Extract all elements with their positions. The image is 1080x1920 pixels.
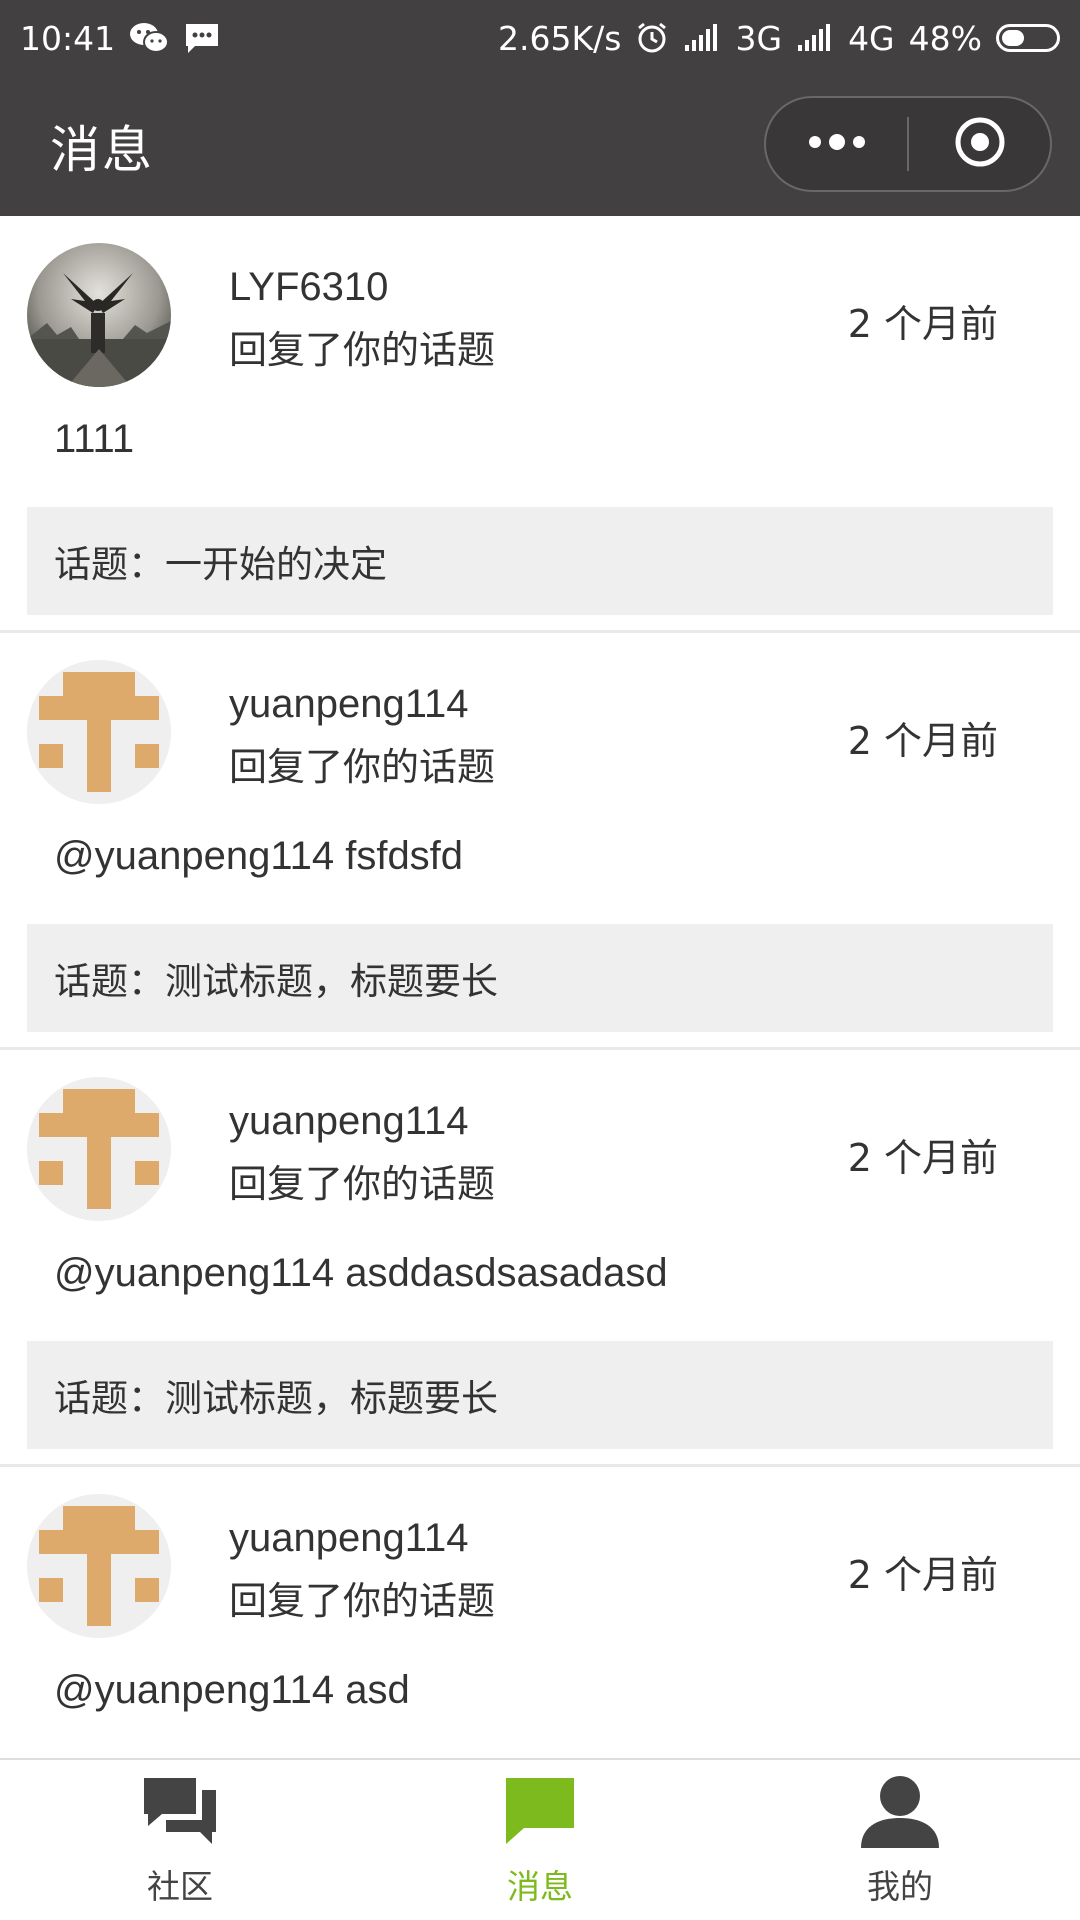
message-header: LYF6310 回复了你的话题 2 个月前	[27, 243, 1053, 387]
tab-label: 消息	[507, 1867, 573, 1906]
close-button[interactable]	[909, 98, 1050, 190]
tab-messages[interactable]: 消息	[360, 1760, 720, 1920]
sms-icon	[183, 21, 221, 55]
tab-mine[interactable]: 我的	[720, 1760, 1080, 1920]
more-dots-icon	[807, 132, 867, 156]
tab-label: 社区	[147, 1867, 213, 1906]
identicon-avatar-image	[27, 1494, 171, 1638]
title-bar: 消息	[0, 76, 1080, 216]
time-text: 2 个月前	[847, 302, 998, 346]
message-content: @yuanpeng114 asd	[54, 1668, 410, 1712]
topic-title: 话题：测试标题，标题要长	[54, 960, 498, 1003]
message-item[interactable]: yuanpeng114 回复了你的话题 2 个月前 @yuanpeng114 a…	[0, 1467, 1080, 1758]
time-text: 2 个月前	[847, 1136, 998, 1180]
tab-label: 我的	[867, 1867, 933, 1906]
more-button[interactable]	[766, 98, 907, 190]
status-right: 2.65K/s 3G 4G 48%	[498, 19, 1060, 58]
action-text: 回复了你的话题	[229, 328, 496, 372]
user-name[interactable]: yuanpeng114	[229, 682, 469, 727]
avatar[interactable]	[27, 1494, 171, 1638]
message-header: yuanpeng114 回复了你的话题 2 个月前	[27, 1494, 1053, 1638]
wechat-icon	[129, 21, 170, 55]
avatar[interactable]	[27, 660, 171, 804]
page-title: 消息	[50, 121, 154, 179]
user-profile-icon	[859, 1774, 941, 1854]
time-text: 2 个月前	[847, 719, 998, 763]
message-list[interactable]: LYF6310 回复了你的话题 2 个月前 1111 话题：一开始的决定 yua…	[0, 216, 1080, 1758]
status-bar: 10:41 2.65K/s 3G 4G 48%	[0, 0, 1080, 76]
user-name[interactable]: LYF6310	[229, 265, 388, 310]
alarm-icon	[635, 21, 669, 55]
tab-community[interactable]: 社区	[0, 1760, 360, 1920]
user-name[interactable]: yuanpeng114	[229, 1099, 469, 1144]
user-name[interactable]: yuanpeng114	[229, 1516, 469, 1561]
status-left: 10:41	[20, 19, 221, 58]
photo-avatar-image	[27, 243, 171, 387]
community-chat-icon	[142, 1774, 218, 1854]
app-root: 10:41 2.65K/s 3G 4G 48% 消息 LYF6310 回复了你的…	[0, 0, 1080, 1920]
action-text: 回复了你的话题	[229, 1162, 496, 1206]
message-content: @yuanpeng114 fsfdsfd	[54, 834, 464, 878]
target-circle-icon	[953, 115, 1007, 173]
identicon-avatar-image	[27, 1077, 171, 1221]
network-type-2: 4G	[848, 18, 895, 58]
time-text: 2 个月前	[847, 1553, 998, 1597]
action-text: 回复了你的话题	[229, 745, 496, 789]
topic-title: 话题：一开始的决定	[54, 543, 387, 586]
mini-program-capsule	[764, 96, 1052, 192]
network-type-1: 3G	[735, 18, 783, 58]
message-item[interactable]: yuanpeng114 回复了你的话题 2 个月前 @yuanpeng114 a…	[0, 1050, 1080, 1467]
status-time: 10:41	[20, 18, 116, 58]
message-header: yuanpeng114 回复了你的话题 2 个月前	[27, 1077, 1053, 1221]
battery-fill	[1002, 30, 1024, 46]
identicon-avatar-image	[27, 660, 171, 804]
signal-icon	[796, 23, 834, 53]
topic-link[interactable]: 话题：测试标题，标题要长	[27, 924, 1053, 1032]
message-bubble-icon	[502, 1774, 578, 1854]
battery-percent: 48%	[908, 18, 982, 58]
action-text: 回复了你的话题	[229, 1579, 496, 1623]
net-speed: 2.65K/s	[498, 18, 622, 58]
topic-link[interactable]: 话题：一开始的决定	[27, 507, 1053, 615]
avatar[interactable]	[27, 243, 171, 387]
battery-icon	[996, 24, 1060, 52]
topic-title: 话题：测试标题，标题要长	[54, 1377, 498, 1420]
signal-icon	[683, 23, 721, 53]
message-content: @yuanpeng114 asddasdsasadasd	[54, 1251, 668, 1295]
topic-link[interactable]: 话题：测试标题，标题要长	[27, 1341, 1053, 1449]
message-header: yuanpeng114 回复了你的话题 2 个月前	[27, 660, 1053, 804]
message-item[interactable]: LYF6310 回复了你的话题 2 个月前 1111 话题：一开始的决定	[0, 216, 1080, 633]
tab-bar: 社区 消息 我的	[0, 1758, 1080, 1920]
avatar[interactable]	[27, 1077, 171, 1221]
message-item[interactable]: yuanpeng114 回复了你的话题 2 个月前 @yuanpeng114 f…	[0, 633, 1080, 1050]
message-content: 1111	[54, 417, 135, 461]
